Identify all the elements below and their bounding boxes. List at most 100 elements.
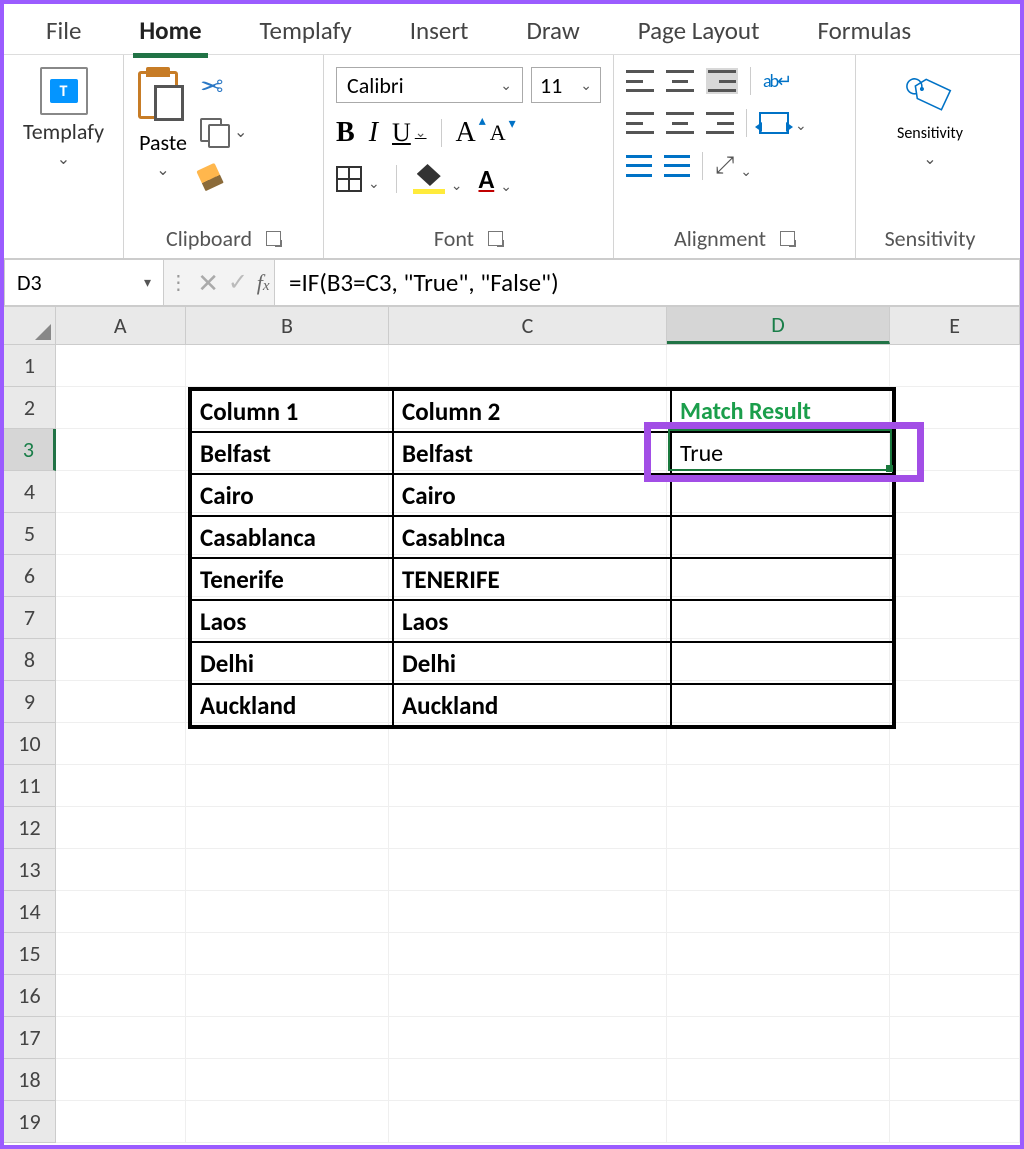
row-header-7[interactable]: 7 [4, 597, 56, 639]
cell[interactable] [890, 723, 1020, 765]
row-header-17[interactable]: 17 [4, 1017, 56, 1059]
cell[interactable] [890, 933, 1020, 975]
table-cell[interactable]: Cairo [393, 474, 671, 516]
cell[interactable] [389, 765, 666, 807]
cell[interactable] [389, 1101, 666, 1143]
cell[interactable] [389, 975, 666, 1017]
cell[interactable] [890, 891, 1020, 933]
table-cell[interactable]: Delhi [191, 642, 393, 684]
cell[interactable] [667, 1059, 891, 1101]
cell[interactable] [56, 471, 186, 513]
cell[interactable] [186, 807, 390, 849]
cell[interactable] [389, 345, 666, 387]
cell[interactable] [389, 891, 666, 933]
col-header-D[interactable]: D [667, 307, 891, 344]
drag-handle-icon[interactable]: ⋮ [168, 270, 188, 295]
cell[interactable] [389, 1059, 666, 1101]
cell[interactable] [186, 891, 390, 933]
cell[interactable] [667, 933, 891, 975]
row-header-9[interactable]: 9 [4, 681, 56, 723]
row-header-10[interactable]: 10 [4, 723, 56, 765]
dialog-launcher-icon[interactable] [488, 231, 503, 246]
tab-home[interactable]: Home [133, 11, 207, 56]
tab-formulas[interactable]: Formulas [811, 11, 917, 56]
cell[interactable] [56, 1017, 186, 1059]
row-header-4[interactable]: 4 [4, 471, 56, 513]
row-header-5[interactable]: 5 [4, 513, 56, 555]
table-cell[interactable] [671, 516, 893, 558]
cell[interactable] [890, 1101, 1020, 1143]
table-cell[interactable]: Casablanca [191, 516, 393, 558]
table-cell[interactable]: Casablnca [393, 516, 671, 558]
col-header-E[interactable]: E [890, 307, 1020, 344]
align-left-button[interactable] [626, 112, 654, 134]
cell[interactable] [56, 345, 186, 387]
cell[interactable] [186, 1017, 390, 1059]
table-cell[interactable]: Laos [191, 600, 393, 642]
row-header-3[interactable]: 3 [4, 429, 56, 471]
cell[interactable] [186, 723, 390, 765]
formula-input[interactable]: =IF(B3=C3, "True", "False") [274, 259, 1020, 306]
table-cell[interactable]: Delhi [393, 642, 671, 684]
cell[interactable] [890, 345, 1020, 387]
dialog-launcher-icon[interactable] [266, 231, 281, 246]
tab-templafy[interactable]: Templafy [254, 11, 358, 56]
cut-button[interactable]: ✂ [200, 69, 247, 104]
cell[interactable] [389, 723, 666, 765]
align-middle-button[interactable] [666, 70, 694, 92]
cell[interactable] [56, 891, 186, 933]
cell[interactable] [389, 1017, 666, 1059]
font-color-button[interactable]: A⌄ [478, 163, 512, 195]
cell[interactable] [56, 597, 186, 639]
table-cell[interactable] [671, 642, 893, 684]
cell[interactable] [186, 765, 390, 807]
table-cell[interactable] [671, 600, 893, 642]
cell[interactable] [667, 849, 891, 891]
cell[interactable] [667, 765, 891, 807]
cell[interactable] [890, 975, 1020, 1017]
col-header-C[interactable]: C [389, 307, 666, 344]
font-size-selector[interactable]: 11 ⌄ [531, 67, 601, 103]
table-cell[interactable]: True [671, 432, 893, 474]
cell[interactable] [890, 513, 1020, 555]
tab-page-layout[interactable]: Page Layout [632, 11, 766, 56]
row-header-16[interactable]: 16 [4, 975, 56, 1017]
cell[interactable] [890, 639, 1020, 681]
cell[interactable] [186, 975, 390, 1017]
cell[interactable] [890, 1017, 1020, 1059]
cell[interactable] [890, 471, 1020, 513]
cell[interactable] [56, 807, 186, 849]
row-header-14[interactable]: 14 [4, 891, 56, 933]
cell[interactable] [389, 933, 666, 975]
fill-color-button[interactable]: ⌄ [413, 164, 463, 194]
bold-button[interactable]: B [336, 117, 355, 149]
row-header-13[interactable]: 13 [4, 849, 56, 891]
row-header-11[interactable]: 11 [4, 765, 56, 807]
cell[interactable] [56, 429, 186, 471]
cell[interactable] [186, 1059, 390, 1101]
align-center-button[interactable] [666, 112, 694, 134]
table-cell[interactable]: Cairo [191, 474, 393, 516]
cell[interactable] [56, 387, 186, 429]
tab-file[interactable]: File [40, 11, 87, 56]
cell[interactable] [186, 1101, 390, 1143]
borders-button[interactable]: ⌄ [336, 166, 380, 192]
cell[interactable] [890, 387, 1020, 429]
col-header-B[interactable]: B [186, 307, 390, 344]
align-right-button[interactable] [706, 112, 734, 134]
cell[interactable] [56, 1059, 186, 1101]
insert-function-button[interactable]: fx [257, 270, 270, 296]
align-bottom-button[interactable] [706, 68, 738, 94]
row-header-8[interactable]: 8 [4, 639, 56, 681]
table-cell[interactable] [671, 474, 893, 516]
cell[interactable] [186, 345, 390, 387]
cell[interactable] [890, 681, 1020, 723]
underline-button[interactable]: U⌄ [392, 118, 427, 148]
cell[interactable] [890, 765, 1020, 807]
font-name-selector[interactable]: Calibri ⌄ [336, 67, 523, 103]
cell[interactable] [56, 975, 186, 1017]
cell[interactable] [389, 807, 666, 849]
cell[interactable] [389, 849, 666, 891]
cell[interactable] [186, 933, 390, 975]
cell[interactable] [890, 1059, 1020, 1101]
